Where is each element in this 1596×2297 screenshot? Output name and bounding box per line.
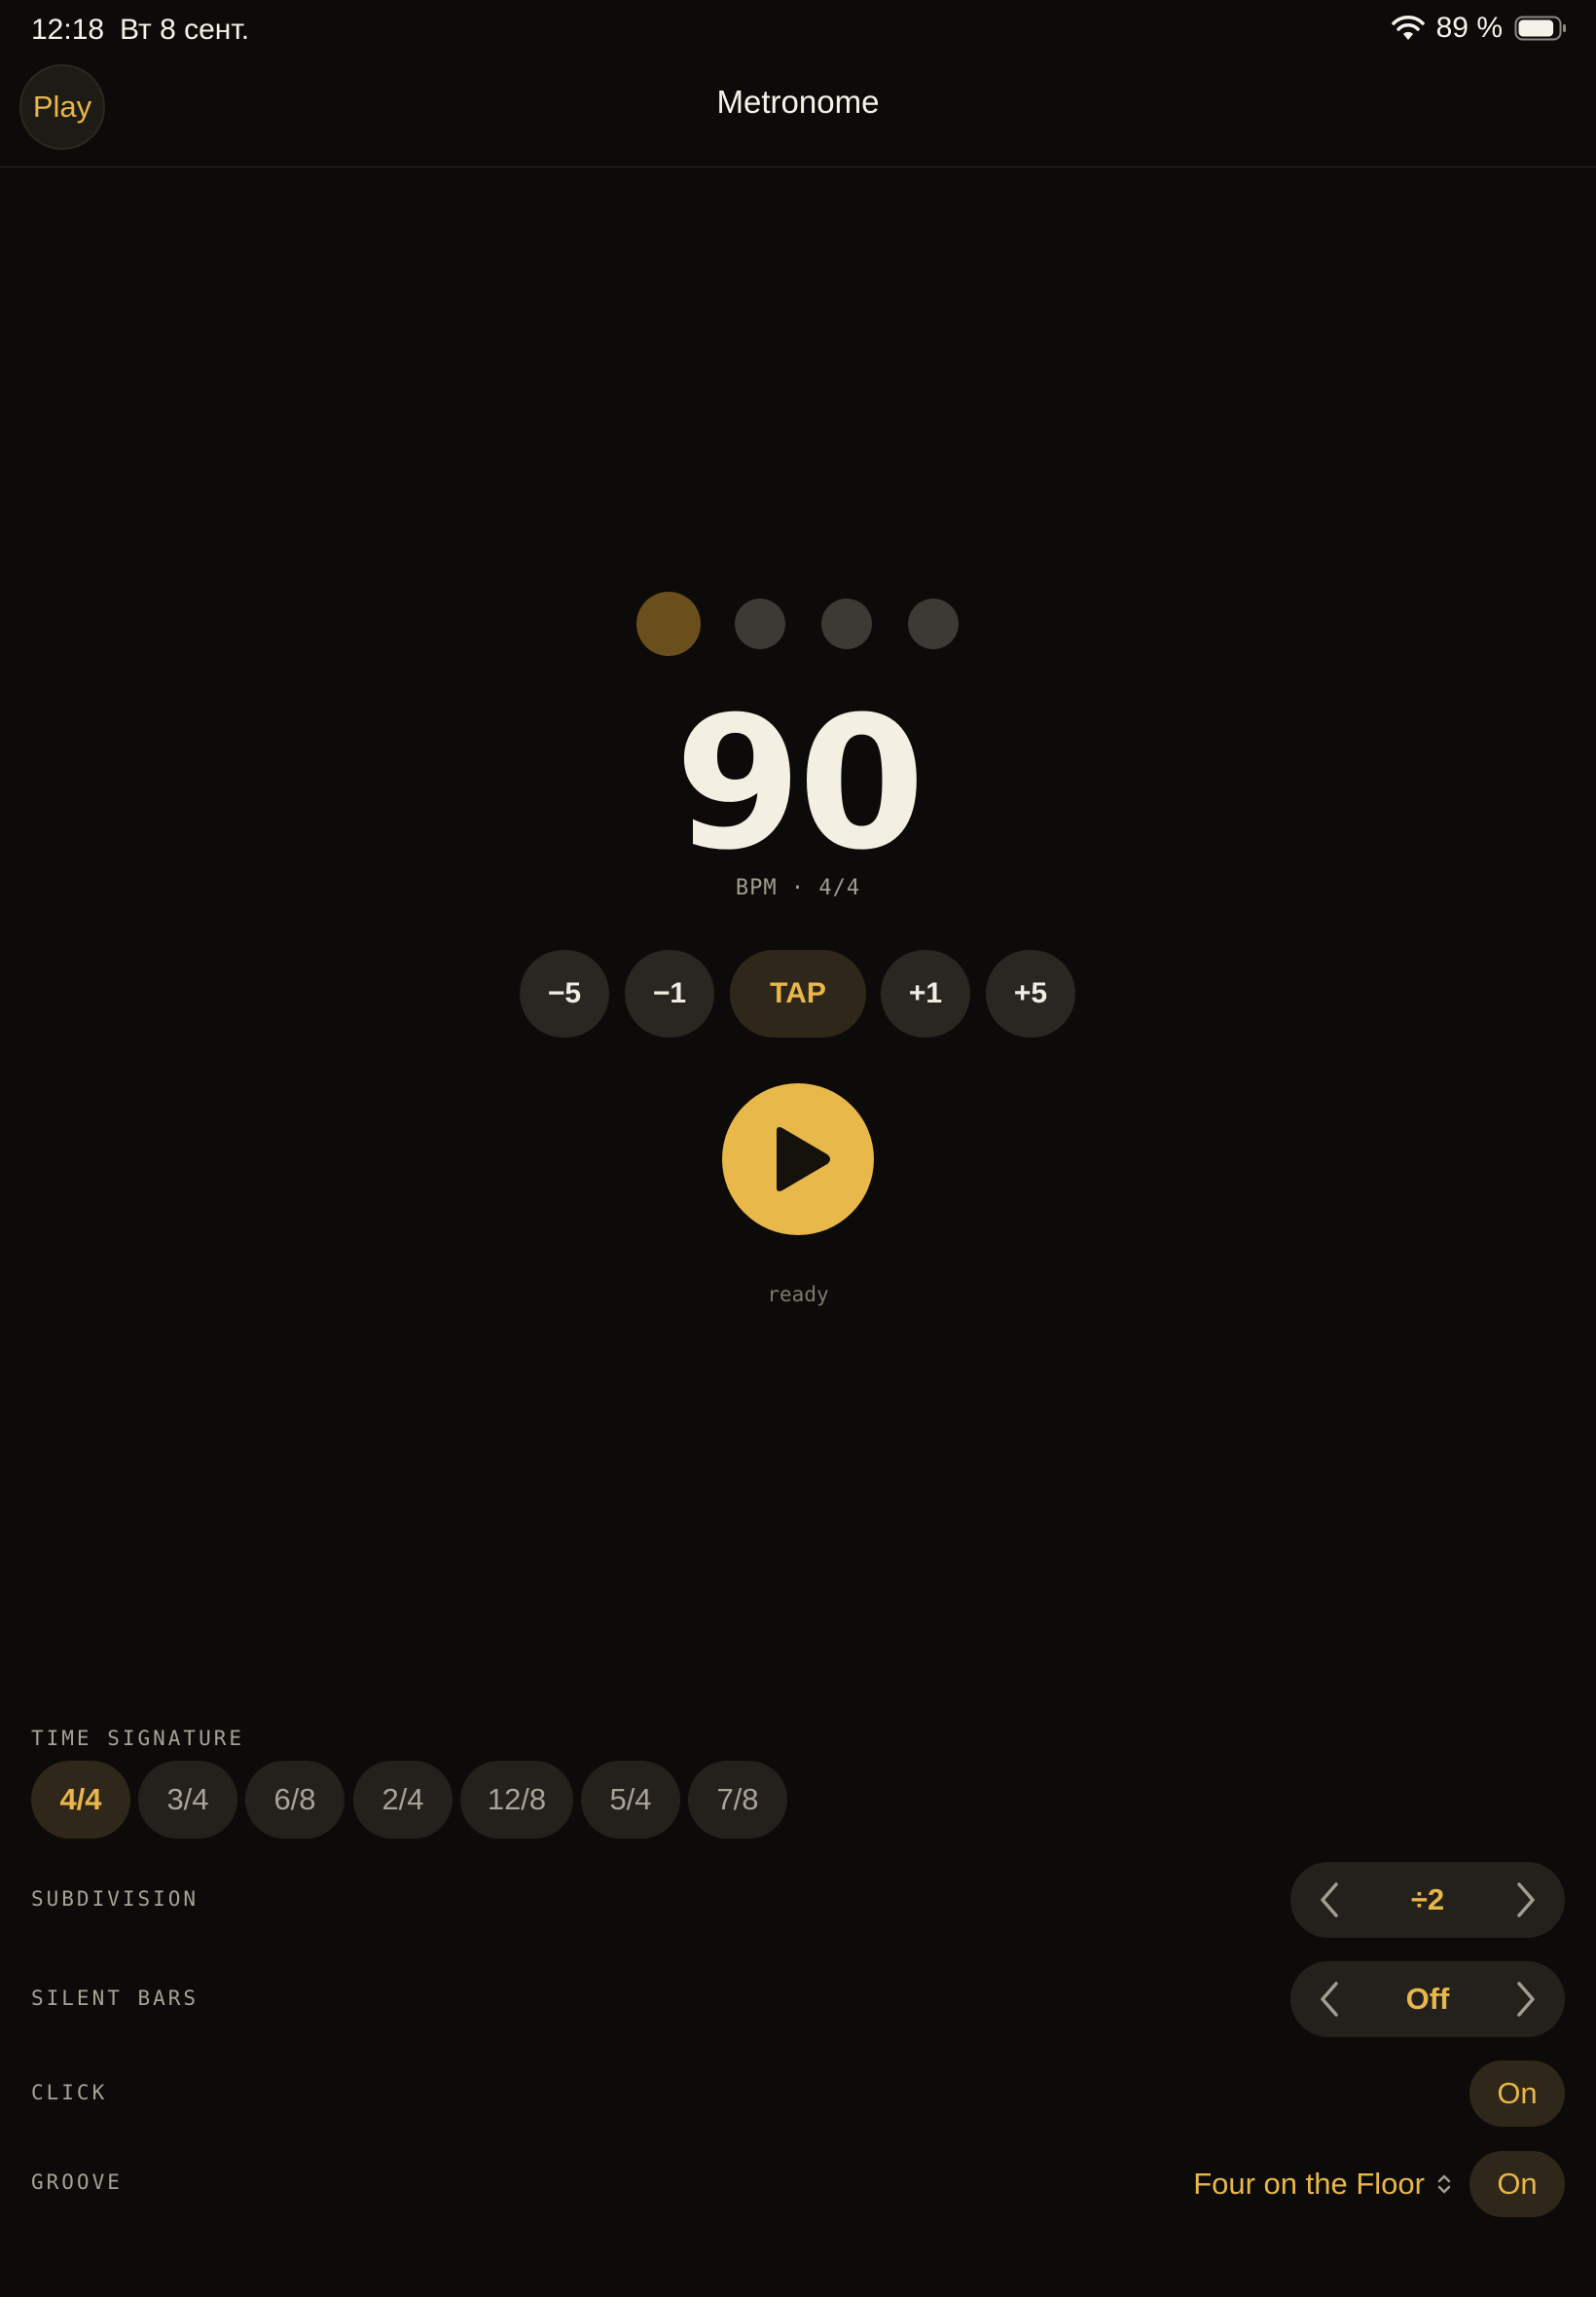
status-time: 12:18 bbox=[31, 14, 105, 46]
beat-dot-3 bbox=[821, 599, 872, 649]
time-signature-label: TIME SIGNATURE bbox=[31, 1727, 245, 1750]
subdivision-stepper: ÷2 bbox=[1290, 1862, 1565, 1938]
subdivision-value: ÷2 bbox=[1410, 1882, 1445, 1916]
play-icon bbox=[777, 1127, 830, 1191]
subdivision-decrease-button[interactable] bbox=[1290, 1862, 1368, 1938]
click-toggle[interactable]: On bbox=[1469, 2060, 1565, 2127]
status-date: Вт 8 сент. bbox=[120, 14, 250, 46]
status-bar: 12:18 Вт 8 сент. 89 % bbox=[0, 0, 1596, 62]
time-signature-chip[interactable]: 3/4 bbox=[138, 1761, 237, 1839]
minus-1-button[interactable]: −1 bbox=[625, 950, 714, 1038]
play-button[interactable] bbox=[722, 1083, 874, 1235]
chevron-left-icon bbox=[1321, 1982, 1338, 2017]
subdivision-increase-button[interactable] bbox=[1487, 1862, 1565, 1938]
silent-bars-value: Off bbox=[1405, 1982, 1450, 2016]
battery-percent: 89 % bbox=[1435, 12, 1503, 44]
silent-bars-increase-button[interactable] bbox=[1487, 1961, 1565, 2037]
time-signature-chip[interactable]: 7/8 bbox=[688, 1761, 787, 1839]
transport-state: ready bbox=[767, 1283, 829, 1306]
groove-pattern-picker[interactable]: Four on the Floor bbox=[1193, 2165, 1452, 2204]
time-signature-chip[interactable]: 12/8 bbox=[460, 1761, 573, 1839]
groove-label: GROOVE bbox=[31, 2170, 123, 2194]
status-indicators: 89 % bbox=[1391, 12, 1567, 45]
nav-bar: Play Metronome bbox=[0, 62, 1596, 167]
time-signature-chip[interactable]: 2/4 bbox=[353, 1761, 453, 1839]
silent-bars-stepper: Off bbox=[1290, 1961, 1565, 2037]
click-label: CLICK bbox=[31, 2081, 108, 2104]
minus-5-button[interactable]: −5 bbox=[520, 950, 609, 1038]
wifi-icon bbox=[1391, 16, 1425, 40]
time-signature-chip[interactable]: 6/8 bbox=[245, 1761, 345, 1839]
chevron-right-icon bbox=[1517, 1882, 1535, 1917]
silent-bars-label: SILENT BARS bbox=[31, 1987, 200, 2010]
battery-icon bbox=[1514, 16, 1566, 41]
silent-bars-decrease-button[interactable] bbox=[1290, 1961, 1368, 2037]
chevron-left-icon bbox=[1321, 1882, 1338, 1917]
time-signature-chip[interactable]: 4/4 bbox=[31, 1761, 130, 1839]
page-title: Metronome bbox=[716, 84, 880, 120]
time-signature-chip[interactable]: 5/4 bbox=[581, 1761, 680, 1839]
beat-dot-2 bbox=[735, 599, 785, 649]
bpm-caption: BPM · 4/4 bbox=[735, 876, 861, 900]
chevron-right-icon bbox=[1517, 1982, 1535, 2017]
subdivision-label: SUBDIVISION bbox=[31, 1887, 200, 1911]
tempo-adjust-row: −5 −1 TAP +1 +5 bbox=[0, 950, 1596, 1038]
bpm-value: 90 bbox=[674, 677, 925, 891]
plus-1-button[interactable]: +1 bbox=[881, 950, 970, 1038]
groove-toggle[interactable]: On bbox=[1469, 2151, 1565, 2217]
groove-pattern-value: Four on the Floor bbox=[1193, 2167, 1425, 2201]
beat-indicators bbox=[0, 592, 1596, 658]
plus-5-button[interactable]: +5 bbox=[986, 950, 1075, 1038]
beat-dot-1 bbox=[636, 592, 701, 656]
tap-tempo-button[interactable]: TAP bbox=[730, 950, 866, 1038]
chevron-up-down-icon bbox=[1437, 2174, 1451, 2194]
beat-dot-4 bbox=[908, 599, 959, 649]
